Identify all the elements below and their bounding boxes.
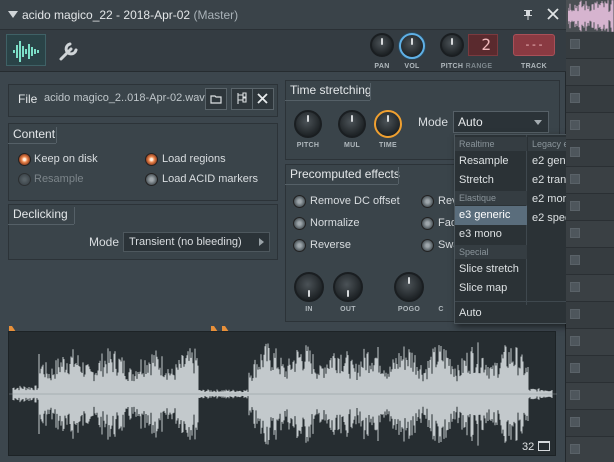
clear-file-icon[interactable] <box>252 88 274 110</box>
ts-time-knob[interactable] <box>374 110 402 138</box>
ts-mul-knob[interactable] <box>338 110 366 138</box>
title-text: acido magico_22 - 2018-Apr-02 <box>22 8 191 22</box>
keep-on-disk-label: Keep on disk <box>34 153 98 165</box>
pan-knob[interactable] <box>370 33 394 57</box>
window-title: acido magico_22 - 2018-Apr-02 (Master) <box>22 8 238 22</box>
menu-item-e3-mono[interactable]: e3 mono <box>455 225 527 244</box>
menu-header-elastique: Elastique <box>455 191 527 205</box>
time-stretching-tab-edge <box>370 83 371 100</box>
load-regions-label: Load regions <box>162 153 226 165</box>
out-knob[interactable] <box>333 272 363 302</box>
reverse-radio[interactable] <box>293 239 306 252</box>
menu-item-stretch[interactable]: Stretch <box>455 171 527 190</box>
menu-item-slice-stretch[interactable]: Slice stretch <box>455 260 527 279</box>
resample-label: Resample <box>34 173 84 185</box>
menu-item-slice-map[interactable]: Slice map <box>455 279 527 298</box>
playlist-clip[interactable] <box>566 0 614 32</box>
ts-pitch-knob[interactable] <box>294 110 322 138</box>
menu-header-realtime: Realtime <box>455 137 527 151</box>
precomputed-underline <box>285 184 398 185</box>
time-stretching-title: Time stretching <box>290 83 372 97</box>
keep-on-disk-radio[interactable] <box>18 153 31 166</box>
file-label: File <box>18 92 38 106</box>
pogo-knob[interactable] <box>394 272 424 302</box>
menu-arrow-icon[interactable] <box>8 11 18 18</box>
normalize-radio[interactable] <box>293 217 306 230</box>
locate-file-icon[interactable] <box>231 88 253 110</box>
pitch-range-display[interactable]: 2 <box>468 34 498 56</box>
declicking-mode-dropdown[interactable]: Transient (no bleeding) <box>123 232 270 252</box>
wrench-icon[interactable] <box>56 38 82 64</box>
menu-item-e3-generic[interactable]: e3 generic <box>455 206 527 225</box>
load-acid-markers-label: Load ACID markers <box>162 173 258 185</box>
chevron-right-icon <box>259 238 264 246</box>
title-bar[interactable]: acido magico_22 - 2018-Apr-02 (Master) <box>0 0 566 30</box>
volume-knob[interactable] <box>399 33 425 59</box>
resample-radio[interactable] <box>18 173 31 186</box>
waveform-graphic <box>9 342 557 446</box>
playlist-background <box>566 0 614 462</box>
precomputed-tab-edge <box>398 167 399 184</box>
load-acid-markers-radio[interactable] <box>145 173 158 186</box>
content-underline <box>8 143 56 144</box>
load-regions-radio[interactable] <box>145 153 158 166</box>
time-stretching-underline <box>285 100 370 101</box>
ts-mode-dropdown[interactable]: Auto <box>453 111 549 133</box>
ts-mul-label: MUL <box>343 142 361 149</box>
declicking-underline <box>8 224 74 225</box>
zoom-level: 32 <box>522 441 535 453</box>
ts-mode-label: Mode <box>418 115 449 129</box>
waveform-tab-icon[interactable] <box>6 34 46 66</box>
volume-label: VOL <box>404 63 420 70</box>
remove-dc-label: Remove DC offset <box>310 195 400 207</box>
open-folder-icon[interactable] <box>205 88 227 110</box>
menu-item-auto[interactable]: Auto <box>455 304 527 323</box>
ts-time-label: TIME <box>379 142 397 149</box>
title-subtitle: (Master) <box>193 8 239 22</box>
in-label: IN <box>305 306 313 313</box>
declicking-mode-label: Mode <box>89 235 120 249</box>
ts-pitch-label: PITCH <box>296 142 320 149</box>
reverse-label: Reverse <box>310 239 351 251</box>
waveform-display[interactable] <box>8 331 557 456</box>
menu-item-resample[interactable]: Resample <box>455 152 527 171</box>
pin-icon[interactable] <box>520 6 536 22</box>
pitch-knob[interactable] <box>440 33 464 57</box>
precomputed-title: Precomputed effects <box>290 167 400 181</box>
menu-header-special: Special <box>455 245 527 259</box>
declicking-title: Declicking <box>13 207 68 221</box>
close-icon[interactable] <box>545 6 561 22</box>
fade-radio[interactable] <box>421 217 434 230</box>
reverse-polarity-radio[interactable] <box>421 195 434 208</box>
content-tab-edge <box>56 127 57 143</box>
pogo-label: POGO <box>397 306 421 313</box>
swap-radio[interactable] <box>421 239 434 252</box>
out-label: OUT <box>340 306 356 313</box>
channel-settings-window: acido magico_22 - 2018-Apr-02 (Master) P… <box>0 0 604 462</box>
range-label: RANGE <box>465 63 493 70</box>
normalize-label: Normalize <box>310 217 360 229</box>
content-title: Content <box>13 127 56 141</box>
track-label: TRACK <box>521 63 547 70</box>
ts-mode-value: Auto <box>458 115 483 129</box>
chevron-down-icon <box>534 120 542 125</box>
c-label: C <box>438 306 444 313</box>
mixer-track-display[interactable]: --- <box>513 34 555 56</box>
declicking-mode-value: Transient (no bleeding) <box>129 236 242 248</box>
remove-dc-radio[interactable] <box>293 195 306 208</box>
zoom-icon[interactable] <box>538 441 550 451</box>
declicking-tab-edge <box>74 207 75 224</box>
file-name: acido magico_2..018-Apr-02.wav <box>44 92 205 104</box>
in-knob[interactable] <box>294 272 324 302</box>
